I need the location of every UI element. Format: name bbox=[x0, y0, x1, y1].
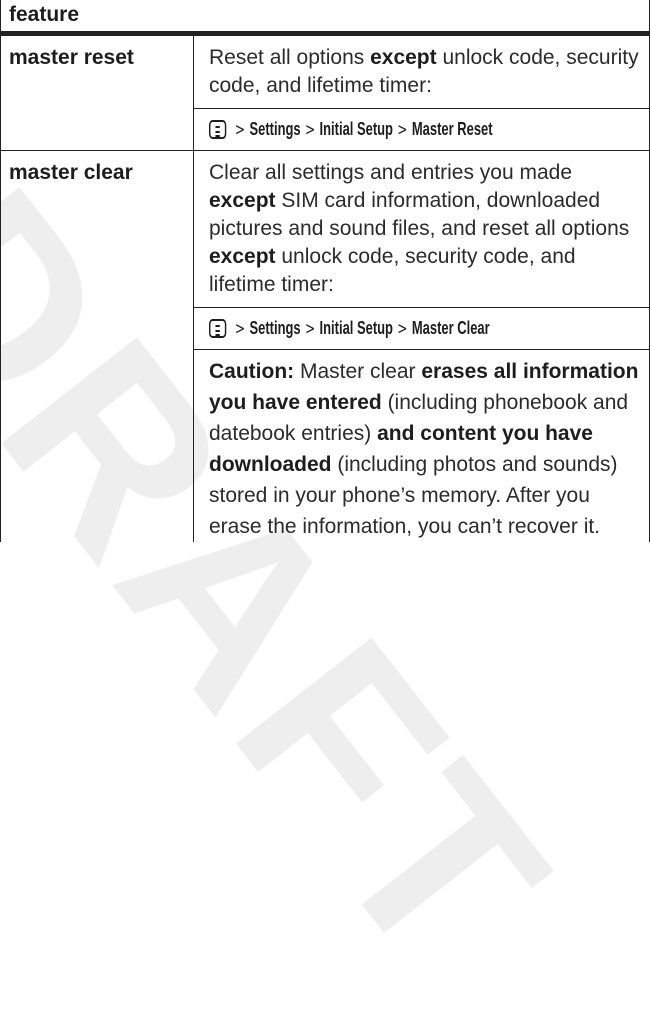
menu-path: > Settings > Initial Setup > Master Clear bbox=[194, 308, 649, 350]
text: Clear all settings and entries you made bbox=[209, 161, 573, 184]
path-item: Master Reset bbox=[411, 119, 493, 139]
text: Master clear bbox=[294, 360, 422, 383]
table-row: master reset Reset all options except un… bbox=[0, 33, 650, 151]
table-row: master clear Clear all settings and entr… bbox=[0, 150, 650, 543]
caution-label: Caution: bbox=[209, 360, 295, 383]
feature-description: Reset all options except unlock code, se… bbox=[193, 33, 650, 151]
text: Reset all options bbox=[209, 46, 371, 69]
table-header: feature bbox=[0, 0, 650, 36]
path-separator: > bbox=[234, 120, 246, 140]
path-separator: > bbox=[397, 120, 408, 140]
description-paragraph: Reset all options except unlock code, se… bbox=[194, 36, 649, 109]
path-item: Initial Setup bbox=[319, 318, 393, 338]
description-paragraph: Clear all settings and entries you made … bbox=[194, 151, 649, 308]
menu-path: > Settings > Initial Setup > Master Reset bbox=[194, 109, 649, 150]
feature-name: master reset bbox=[0, 33, 194, 151]
menu-key-icon bbox=[209, 319, 227, 338]
path-item: Settings bbox=[249, 318, 301, 338]
emphasis: except bbox=[209, 245, 276, 268]
path-item: Master Clear bbox=[411, 318, 490, 338]
path-item: Settings bbox=[249, 119, 301, 139]
feature-table: feature master reset Reset all options e… bbox=[0, 0, 650, 543]
path-separator: > bbox=[397, 319, 408, 339]
feature-name: master clear bbox=[0, 150, 194, 542]
path-item: Initial Setup bbox=[319, 119, 393, 139]
emphasis: except bbox=[209, 189, 276, 212]
feature-description: Clear all settings and entries you made … bbox=[194, 151, 650, 543]
menu-key-icon bbox=[209, 120, 227, 139]
caution-paragraph: Caution: Master clear erases all informa… bbox=[194, 350, 649, 542]
emphasis: except bbox=[370, 46, 437, 69]
path-separator: > bbox=[234, 319, 246, 339]
path-separator: > bbox=[304, 120, 316, 140]
path-separator: > bbox=[304, 319, 316, 339]
